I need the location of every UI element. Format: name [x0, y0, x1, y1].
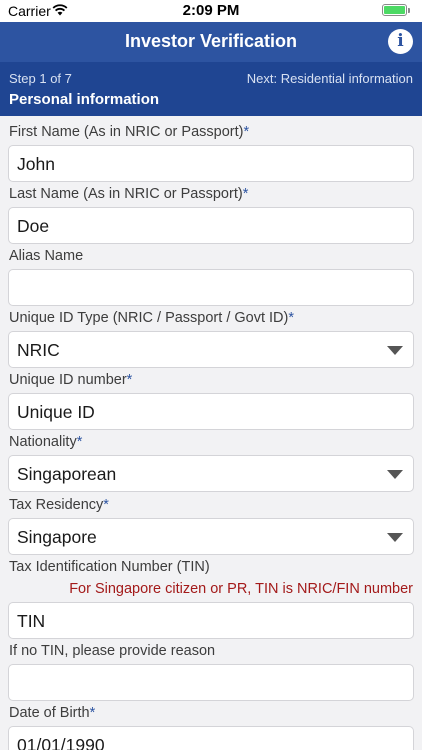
id-number-placeholder: Unique ID [17, 402, 95, 422]
nationality-select[interactable]: Singaporean [8, 455, 414, 492]
page-title: Investor Verification [124, 31, 298, 51]
alias-name-label: Alias Name [9, 248, 84, 264]
clock: 2:09 PM [182, 2, 240, 19]
last-name-field[interactable]: Doe [8, 207, 414, 244]
no-tin-reason-label: If no TIN, please provide reason [9, 643, 216, 659]
tin-label: Tax Identification Number (TIN) [9, 559, 210, 575]
alias-name-field[interactable] [8, 269, 414, 306]
first-name-label: First Name (As in NRIC or Passport)* [9, 124, 250, 140]
nationality-label: Nationality* [9, 434, 83, 450]
tin-hint: For Singapore citizen or PR, TIN is NRIC… [69, 581, 413, 597]
id-number-label: Unique ID number* [9, 372, 133, 388]
tax-residency-value: Singapore [17, 527, 97, 547]
info-icon[interactable]: i [388, 29, 413, 54]
status-bar: Carrier 2:09 PM [0, 0, 422, 22]
dropdown-arrow-icon [387, 533, 403, 542]
required-marker: * [89, 705, 96, 721]
last-name-label: Last Name (As in NRIC or Passport)* [9, 186, 249, 202]
required-marker: * [76, 434, 83, 450]
step-header: Step 1 of 7 Next: Residential informatio… [0, 62, 422, 116]
first-name-field[interactable]: John [8, 145, 414, 182]
section-title: Personal information [9, 91, 160, 108]
id-type-select[interactable]: NRIC [8, 331, 414, 368]
id-type-label: Unique ID Type (NRIC / Passport / Govt I… [9, 310, 295, 326]
dob-value: 01/01/1990 [17, 735, 105, 750]
step-progress: Step 1 of 7 [9, 71, 72, 86]
tax-residency-label: Tax Residency* [9, 497, 109, 513]
dob-field[interactable]: 01/01/1990 [8, 726, 414, 750]
nationality-value: Singaporean [17, 464, 117, 484]
dropdown-arrow-icon [387, 470, 403, 479]
first-name-value: John [17, 154, 55, 174]
no-tin-reason-field[interactable] [8, 664, 414, 701]
last-name-value: Doe [17, 216, 50, 236]
battery-icon [382, 4, 407, 16]
required-marker: * [126, 372, 133, 388]
dob-label: Date of Birth* [9, 705, 96, 721]
tax-residency-select[interactable]: Singapore [8, 518, 414, 555]
tin-field[interactable]: TIN [8, 602, 414, 639]
tin-placeholder: TIN [17, 611, 46, 631]
nav-bar: Investor Verification i [0, 22, 422, 62]
dropdown-arrow-icon [387, 346, 403, 355]
required-marker: * [288, 310, 295, 326]
next-step-label: Next: Residential information [246, 71, 413, 86]
required-marker: * [243, 124, 250, 140]
id-type-value: NRIC [17, 340, 60, 360]
required-marker: * [242, 186, 249, 202]
id-number-field[interactable]: Unique ID [8, 393, 414, 430]
battery-cap [408, 8, 410, 13]
required-marker: * [103, 497, 109, 513]
